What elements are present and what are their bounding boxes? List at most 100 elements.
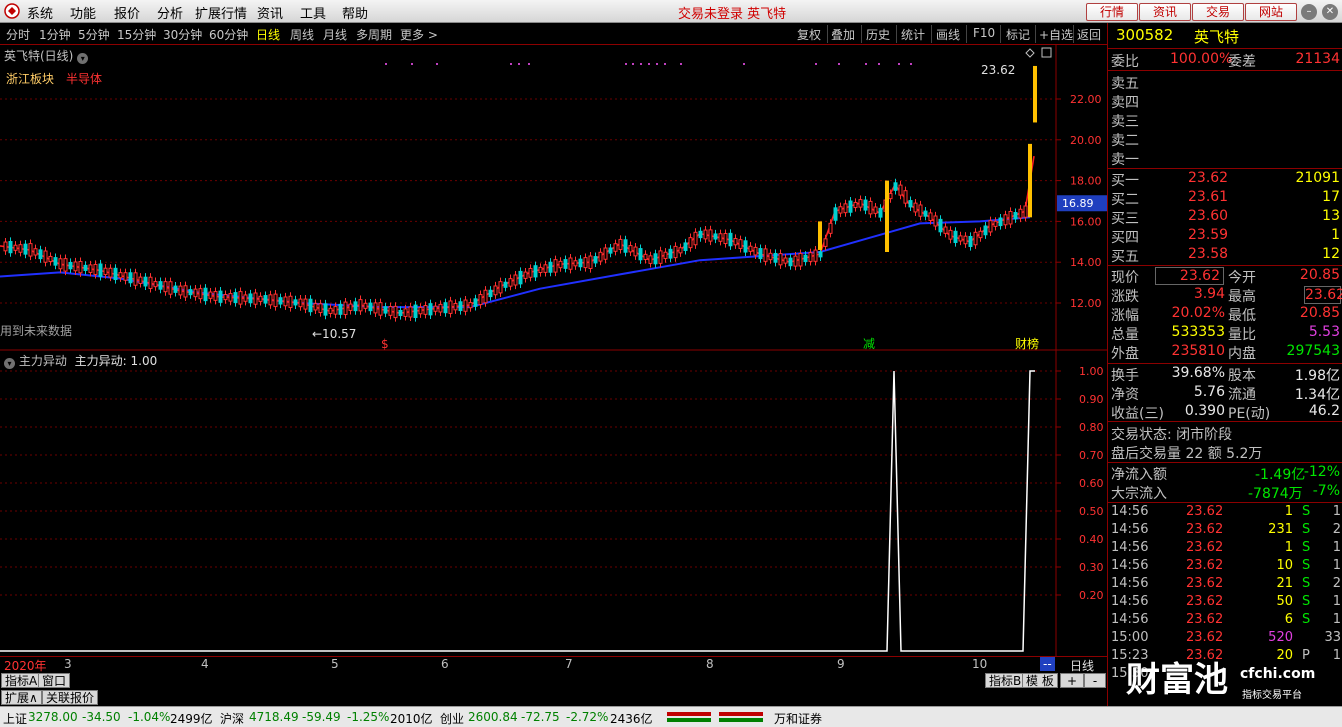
website-button[interactable]: 网站 — [1245, 3, 1297, 21]
candle-body — [858, 199, 863, 208]
news-button[interactable]: 资讯 — [1139, 3, 1191, 21]
divider — [1108, 462, 1342, 463]
stock-code: 300582 — [1116, 26, 1174, 44]
period-1min[interactable]: 1分钟 — [39, 26, 71, 43]
menu-function[interactable]: 功能 — [70, 3, 96, 22]
menu-help[interactable]: 帮助 — [342, 3, 368, 22]
menu-tools[interactable]: 工具 — [300, 3, 326, 22]
event-marker-dot — [664, 63, 666, 65]
chart-settings-icon[interactable]: ▾ — [77, 53, 89, 64]
net-inflow-pct: -12% — [1303, 464, 1340, 480]
cy-label[interactable]: 创业 — [440, 710, 464, 727]
trade-button[interactable]: 交易 — [1192, 3, 1244, 21]
weibi-value: 100.00% — [1170, 51, 1233, 67]
event-marker-dot — [865, 63, 867, 65]
zoom-out-button[interactable]: - — [1084, 673, 1106, 688]
indicator-chart-panel[interactable]: 1.00 0.90 0.80 0.70 0.60 0.50 0.40 0.30 0.20 ▾ 主… — [0, 351, 1107, 656]
indicator-settings-icon[interactable]: ▾ — [4, 358, 15, 369]
tick-count: 1 — [1332, 540, 1341, 555]
candle-body — [153, 281, 158, 288]
share-stat-value: 0.390 — [1184, 403, 1225, 419]
concept-label[interactable]: 半导体 — [66, 70, 102, 87]
kline-chart[interactable]: 22.00 20.00 18.00 16.00 14.00 12.00 16.89 $ 减 财榜 — [0, 45, 1107, 351]
cy-change: -72.75 — [521, 710, 560, 724]
reduce-holding-marker[interactable]: 减 — [863, 337, 875, 351]
period-5min[interactable]: 5分钟 — [78, 26, 110, 43]
period-monthly[interactable]: 月线 — [323, 26, 347, 43]
candle-body — [243, 294, 248, 302]
candle-body — [173, 285, 178, 293]
after-hours-text: 盘后交易量 22 额 5.2万 — [1111, 446, 1263, 462]
candle-body — [603, 247, 608, 260]
event-marker-dot — [625, 63, 627, 65]
sz-label[interactable]: 沪深 — [220, 710, 244, 727]
tick-count: 1 — [1332, 594, 1341, 609]
tab-extend[interactable]: 扩展∧ — [1, 690, 42, 705]
watermark-brand: 财富池 — [1126, 660, 1228, 700]
candle-body — [278, 297, 283, 305]
period-more[interactable]: 更多 > — [400, 26, 438, 43]
quote-button[interactable]: 行情 — [1086, 3, 1138, 21]
sh-label[interactable]: 上证 — [3, 710, 27, 727]
tab-indicator-a[interactable]: 指标A — [1, 673, 42, 688]
tab-template[interactable]: 模 板 — [1022, 673, 1058, 688]
indicator-chart[interactable]: 1.00 0.90 0.80 0.70 0.60 0.50 0.40 0.30 0.20 — [0, 351, 1107, 656]
period-60min[interactable]: 60分钟 — [209, 26, 248, 43]
menu-system[interactable]: 系统 — [27, 3, 53, 22]
tab-indicator-b[interactable]: 指标B — [985, 673, 1026, 688]
cy-amount: 2436亿 — [610, 712, 653, 726]
menu-news[interactable]: 资讯 — [257, 3, 283, 22]
tool-mark[interactable]: 标记 — [1006, 26, 1030, 43]
candle-body — [358, 299, 363, 312]
candle-body — [303, 298, 308, 310]
dividend-marker[interactable]: $ — [381, 337, 389, 351]
tool-add-favorite[interactable]: +自选 — [1039, 26, 1073, 43]
period-30min[interactable]: 30分钟 — [163, 26, 202, 43]
candle-body — [438, 303, 443, 313]
period-multi[interactable]: 多周期 — [356, 26, 392, 43]
period-15min[interactable]: 15分钟 — [117, 26, 156, 43]
current-price-tag-label: 16.89 — [1062, 197, 1094, 210]
close-icon[interactable]: ✕ — [1322, 4, 1338, 20]
tick-price: 23.62 — [1186, 522, 1224, 537]
menu-extended-market[interactable]: 扩展行情 — [195, 3, 247, 22]
tool-history[interactable]: 历史 — [866, 26, 890, 43]
block-label[interactable]: 浙江板块 — [6, 70, 54, 87]
zoom-in-button[interactable]: + — [1060, 673, 1084, 688]
candle-body — [643, 253, 648, 260]
tool-overlay[interactable]: 叠加 — [831, 26, 855, 43]
net-inflow-label: 净流入额 — [1111, 467, 1167, 483]
cy-price: 2600.84 — [468, 710, 518, 724]
tab-window[interactable]: 窗口 — [38, 673, 71, 688]
tab-related-quotes[interactable]: 关联报价 — [42, 690, 99, 705]
axis-minus-button[interactable]: -- — [1040, 657, 1055, 671]
period-weekly[interactable]: 周线 — [290, 26, 314, 43]
share-stat-value: 39.68% — [1171, 365, 1225, 381]
tick-time: 14:56 — [1111, 540, 1149, 555]
divider — [1108, 48, 1342, 49]
period-timeshare[interactable]: 分时 — [6, 26, 30, 43]
menu-quote[interactable]: 报价 — [114, 3, 140, 22]
tool-adjust[interactable]: 复权 — [797, 26, 821, 43]
candle-body — [743, 240, 748, 253]
tool-draw-line[interactable]: 画线 — [936, 26, 960, 43]
tool-statistics[interactable]: 统计 — [901, 26, 925, 43]
minimize-icon[interactable]: – — [1301, 4, 1317, 20]
tool-f10[interactable]: F10 — [973, 26, 995, 40]
menu-analysis[interactable]: 分析 — [157, 3, 183, 22]
candle-body — [53, 257, 58, 266]
candle-body — [528, 267, 533, 278]
candle-body — [613, 243, 618, 252]
candle-body — [163, 281, 168, 293]
candle-body — [938, 218, 943, 233]
tool-back[interactable]: 返回 — [1077, 26, 1101, 43]
kline-chart-panel[interactable]: 22.00 20.00 18.00 16.00 14.00 12.00 16.89 $ 减财榜 … — [0, 45, 1107, 351]
buy-level-row: 买三 23.60 13 — [1108, 208, 1342, 227]
period-daily[interactable]: 日线 — [256, 26, 280, 43]
candle-body — [38, 249, 43, 260]
weibi-row: 委比 100.00% 委差 21134 — [1108, 51, 1342, 70]
finance-report-marker[interactable]: 财榜 — [1015, 336, 1039, 351]
indicator-tick-label: 0.40 — [1079, 533, 1104, 546]
candle-body — [548, 261, 553, 273]
share-stat-row: 净资 5.76 流通 1.34亿 — [1108, 384, 1342, 403]
